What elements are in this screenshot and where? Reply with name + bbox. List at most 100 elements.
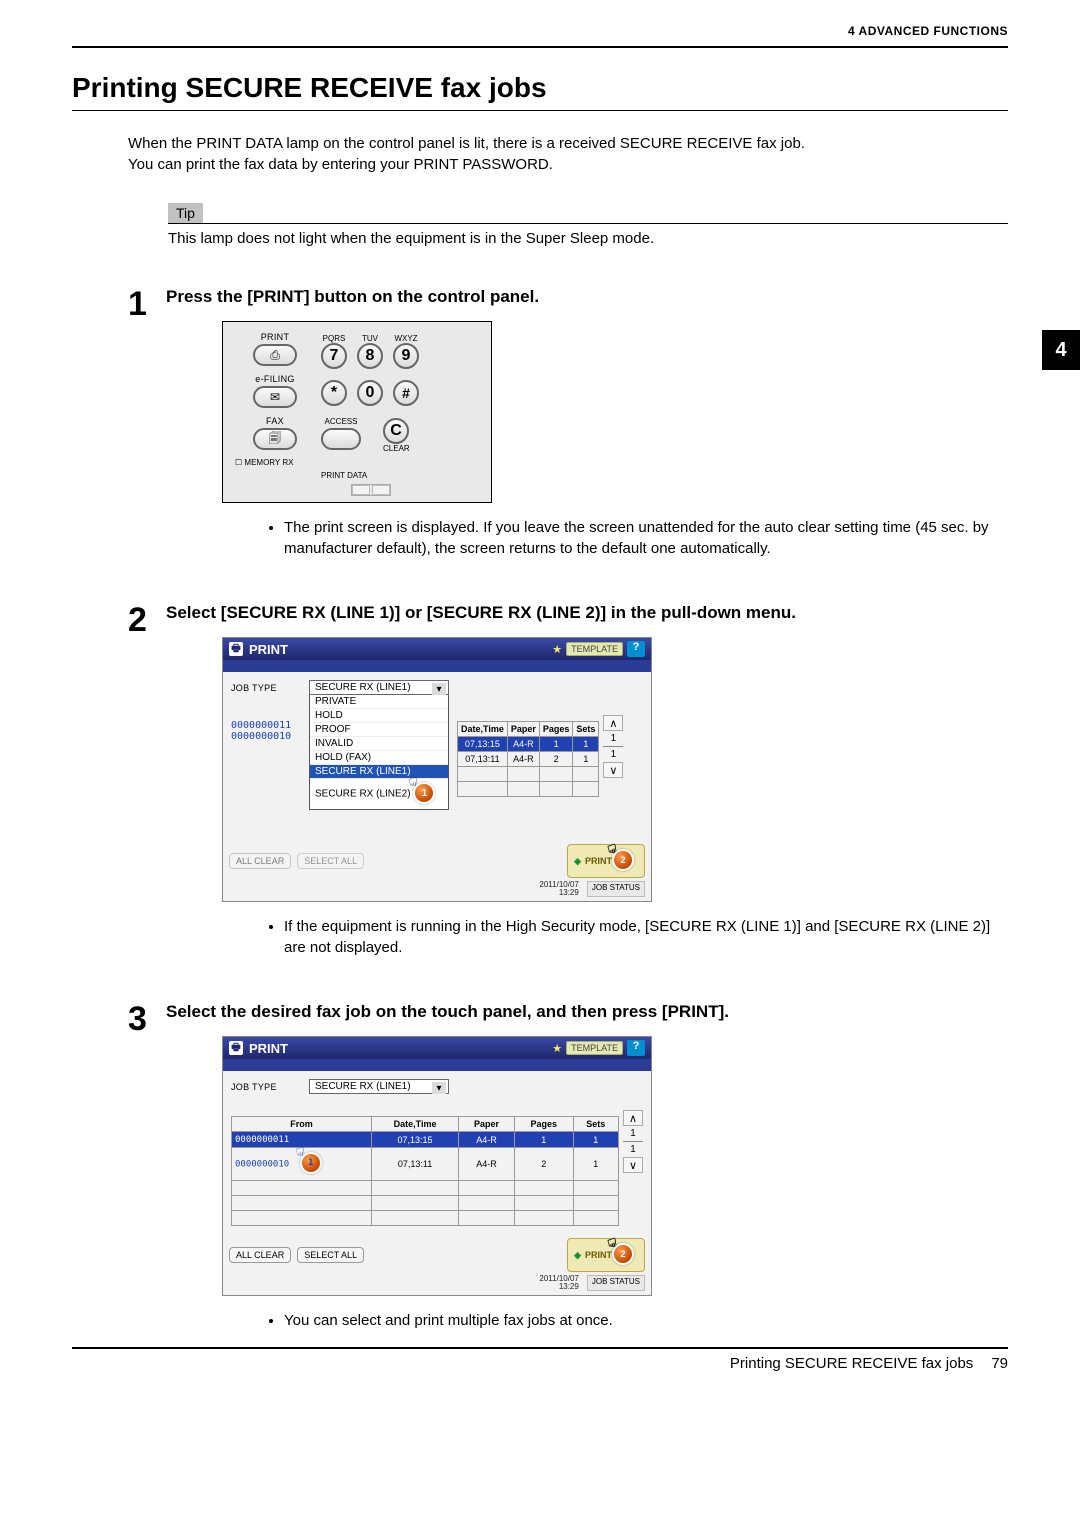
all-clear-button[interactable]: ALL CLEAR	[229, 1247, 291, 1263]
screen-title: 🖶PRINT	[229, 1041, 288, 1056]
dropdown-item-securerx1[interactable]: SECURE RX (LINE1)	[310, 765, 448, 779]
screen-step3: 🖶PRINT ★ TEMPLATE ? JOB TYPE SECURE RX (…	[222, 1036, 652, 1296]
callout-2: 2	[612, 1243, 634, 1265]
help-button[interactable]: ?	[627, 1040, 645, 1056]
cp-pqrs: PQRS	[321, 334, 347, 343]
col-sets: Sets	[573, 722, 599, 737]
divider	[72, 1347, 1008, 1349]
callout-1: 1	[413, 782, 435, 804]
table-row[interactable]: 000000001107,13:15A4-R11	[232, 1132, 619, 1148]
help-button[interactable]: ?	[627, 641, 645, 657]
template-button[interactable]: TEMPLATE	[566, 1041, 623, 1055]
cp-clear-label: CLEAR	[383, 444, 410, 453]
table-row[interactable]	[458, 767, 599, 782]
chevron-down-icon: ▾	[432, 683, 446, 695]
col-date: Date,Time	[372, 1117, 459, 1132]
cp-access-button[interactable]	[321, 428, 361, 450]
chapter-tab: 4	[1042, 330, 1080, 370]
dropdown-item-invalid[interactable]: INVALID	[310, 737, 448, 751]
row-num-2: 0000000010	[231, 731, 309, 742]
table-row[interactable]: 07,13:15A4-R11	[458, 737, 599, 752]
scroll-down-button[interactable]: ∨	[603, 762, 623, 778]
cp-print-button[interactable]: ⎙	[253, 344, 297, 366]
job-type-dropdown[interactable]: SECURE RX (LINE1) ▾	[309, 1079, 449, 1094]
page-total: 1	[611, 749, 617, 760]
cp-key-clear[interactable]: C	[383, 418, 409, 444]
dropdown-item-hold[interactable]: HOLD	[310, 709, 448, 723]
template-button[interactable]: TEMPLATE	[566, 642, 623, 656]
page-current: 1	[611, 733, 617, 744]
cp-key-0[interactable]: 0	[357, 380, 383, 406]
cp-efiling-label: e-FILING	[229, 374, 321, 384]
print-button[interactable]: ◈PRINT ☟2	[567, 844, 645, 878]
fax-icon: 🗐	[269, 429, 281, 450]
col-pages: Pages	[514, 1117, 573, 1132]
chevron-down-icon: ▾	[432, 1082, 446, 1094]
cp-printdata-label: PRINT DATA	[321, 471, 391, 480]
cp-print-label: PRINT	[229, 332, 321, 342]
divider	[72, 46, 1008, 48]
job-type-dropdown[interactable]: SECURE RX (LINE1) ▾	[309, 680, 449, 695]
scroll-up-button[interactable]: ∧	[603, 715, 623, 731]
cp-key-star[interactable]: *	[321, 380, 347, 406]
cp-key-8[interactable]: 8	[357, 343, 383, 369]
print-icon: 🖶	[229, 1041, 243, 1055]
row-num-1: 0000000011	[231, 720, 309, 731]
step2-number: 2	[128, 603, 154, 962]
job-status-button[interactable]: JOB STATUS	[587, 1275, 645, 1291]
tip-underline	[168, 223, 1008, 224]
cp-printdata-leds	[351, 484, 391, 496]
scroll-up-button[interactable]: ∧	[623, 1110, 643, 1126]
header-breadcrumb: 4 ADVANCED FUNCTIONS	[72, 24, 1008, 38]
star-icon: ★	[552, 1042, 562, 1055]
cp-key-7[interactable]: 7	[321, 343, 347, 369]
select-all-button-dim[interactable]: SELECT ALL	[297, 853, 364, 869]
cp-key-hash[interactable]: #	[393, 380, 419, 406]
table-row[interactable]	[232, 1181, 619, 1196]
cp-fax-label: FAX	[229, 416, 321, 426]
select-all-button[interactable]: SELECT ALL	[297, 1247, 364, 1263]
scroll-down-button[interactable]: ∨	[623, 1157, 643, 1173]
all-clear-button[interactable]: ALL CLEAR	[229, 853, 291, 869]
col-paper: Paper	[459, 1117, 515, 1132]
print-icon: ⎙	[270, 348, 280, 363]
step1-number: 1	[128, 287, 154, 563]
cp-memoryrx-label: ☐ MEMORY RX	[229, 458, 321, 467]
table-row[interactable]	[232, 1196, 619, 1211]
screen-step2: 🖶PRINT ★ TEMPLATE ? JOB TYPE SECURE RX (…	[222, 637, 652, 902]
footer-page: 79	[991, 1355, 1008, 1372]
cp-fax-button[interactable]: 🗐	[253, 428, 297, 450]
col-paper: Paper	[507, 722, 539, 737]
table-row[interactable]: 07,13:11A4-R21	[458, 752, 599, 767]
callout-1: 1	[300, 1152, 322, 1174]
jobs-table: From Date,Time Paper Pages Sets 00000000…	[231, 1116, 619, 1226]
cp-key-9[interactable]: 9	[393, 343, 419, 369]
table-row[interactable]	[232, 1211, 619, 1226]
col-sets: Sets	[573, 1117, 618, 1132]
dropdown-item-private[interactable]: PRIVATE	[310, 695, 448, 709]
dropdown-menu: PRIVATE HOLD PROOF INVALID HOLD (FAX) SE…	[309, 694, 449, 810]
dropdown-item-holdfax[interactable]: HOLD (FAX)	[310, 751, 448, 765]
step1-title: Press the [PRINT] button on the control …	[166, 287, 1008, 307]
dropdown-item-securerx2[interactable]: SECURE RX (LINE2) ☟1	[310, 779, 448, 809]
star-icon: ★	[552, 643, 562, 656]
step3-number: 3	[128, 1002, 154, 1335]
jobs-table: Date,Time Paper Pages Sets 07,13:15A4-R1…	[457, 721, 599, 797]
step3-title: Select the desired fax job on the touch …	[166, 1002, 1008, 1022]
col-date: Date,Time	[458, 722, 508, 737]
intro-line-2: You can print the fax data by entering y…	[128, 154, 1008, 175]
print-button[interactable]: ◈PRINT ☟2	[567, 1238, 645, 1272]
table-row[interactable]: 0000000010 ☟1 07,13:11A4-R21	[232, 1148, 619, 1181]
job-status-button[interactable]: JOB STATUS	[587, 881, 645, 897]
table-row[interactable]	[458, 782, 599, 797]
step2-bullet: If the equipment is running in the High …	[284, 916, 1008, 958]
tip-text: This lamp does not light when the equipm…	[168, 230, 1008, 247]
tip-label: Tip	[168, 203, 203, 223]
step2-title: Select [SECURE RX (LINE 1)] or [SECURE R…	[166, 603, 1008, 623]
col-pages: Pages	[539, 722, 573, 737]
page-total: 1	[630, 1144, 636, 1155]
cp-efiling-button[interactable]: ✉	[253, 386, 297, 408]
dropdown-item-proof[interactable]: PROOF	[310, 723, 448, 737]
footer-title: Printing SECURE RECEIVE fax jobs	[730, 1355, 973, 1372]
screen-title: 🖶PRINT	[229, 642, 288, 657]
